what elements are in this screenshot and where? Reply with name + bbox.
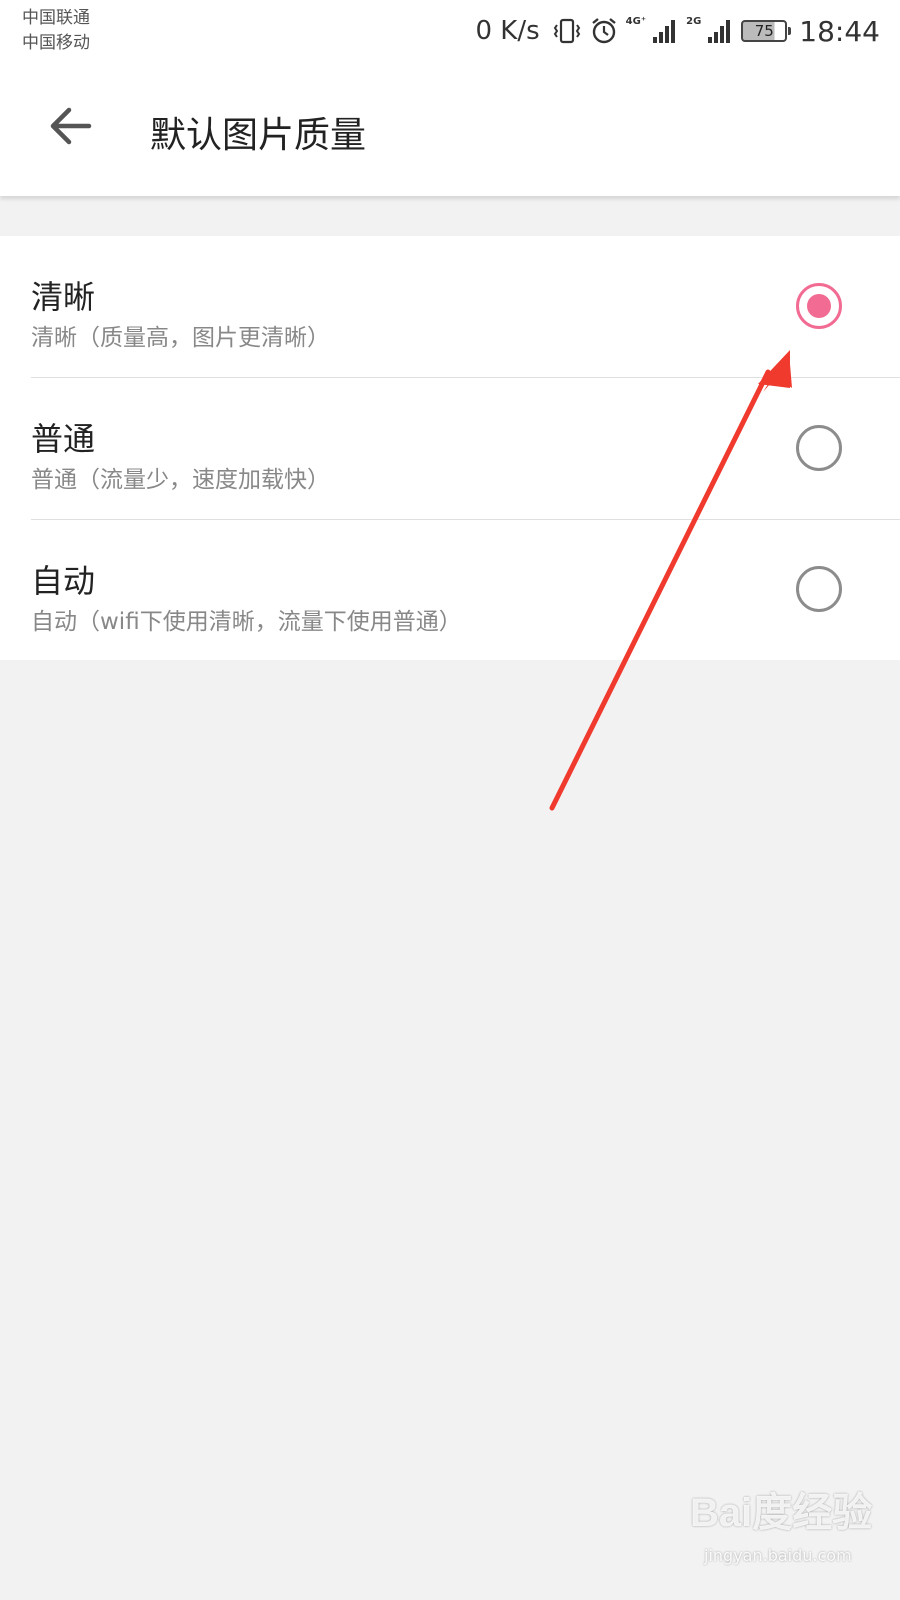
network-type-1: 4G⁺ [625, 15, 647, 27]
network-speed: 0 K/s [475, 16, 540, 46]
carrier-2: 中国移动 [22, 33, 90, 53]
radio-unselected[interactable] [796, 566, 842, 612]
radio-unselected[interactable] [796, 425, 842, 471]
watermark-logo: Bai度经验 [690, 1491, 873, 1535]
back-button[interactable] [42, 100, 98, 156]
carrier-info: 中国联通 中国移动 [22, 6, 90, 56]
app-bar: 默认图片质量 [0, 62, 900, 196]
network-type-2: 2G [686, 15, 702, 27]
option-clear[interactable]: 清晰 清晰（质量高，图片更清晰） [0, 236, 900, 377]
signal-icon-2 [707, 17, 733, 45]
battery-icon: 75 [741, 20, 792, 42]
status-bar: 中国联通 中国移动 0 K/s 4G⁺ 2G 75 18:44 [0, 0, 900, 62]
quality-options-list: 清晰 清晰（质量高，图片更清晰） 普通 普通（流量少，速度加载快） 自动 自动（… [0, 236, 900, 660]
option-normal[interactable]: 普通 普通（流量少，速度加载快） [0, 378, 900, 519]
baidu-watermark: Bai度经验 jingyan.baidu.com [690, 1480, 890, 1590]
clock: 18:44 [799, 14, 880, 48]
signal-icon-1 [652, 17, 678, 45]
status-indicators: 0 K/s 4G⁺ 2G 75 18:44 [476, 10, 881, 52]
option-description: 自动（wifi下使用清晰，流量下使用普通） [31, 609, 462, 635]
radio-selected[interactable] [796, 283, 842, 329]
option-description: 普通（流量少，速度加载快） [31, 467, 330, 493]
carrier-1: 中国联通 [22, 8, 90, 28]
option-auto[interactable]: 自动 自动（wifi下使用清晰，流量下使用普通） [0, 520, 900, 661]
option-title: 普通 [31, 420, 96, 458]
watermark-url: jingyan.baidu.com [704, 1546, 852, 1565]
page-title: 默认图片质量 [150, 115, 367, 156]
option-description: 清晰（质量高，图片更清晰） [31, 325, 330, 351]
alarm-icon [590, 16, 618, 46]
vibrate-icon [552, 16, 582, 46]
option-title: 清晰 [31, 278, 96, 316]
arrow-left-icon [47, 106, 93, 150]
option-title: 自动 [31, 562, 96, 600]
